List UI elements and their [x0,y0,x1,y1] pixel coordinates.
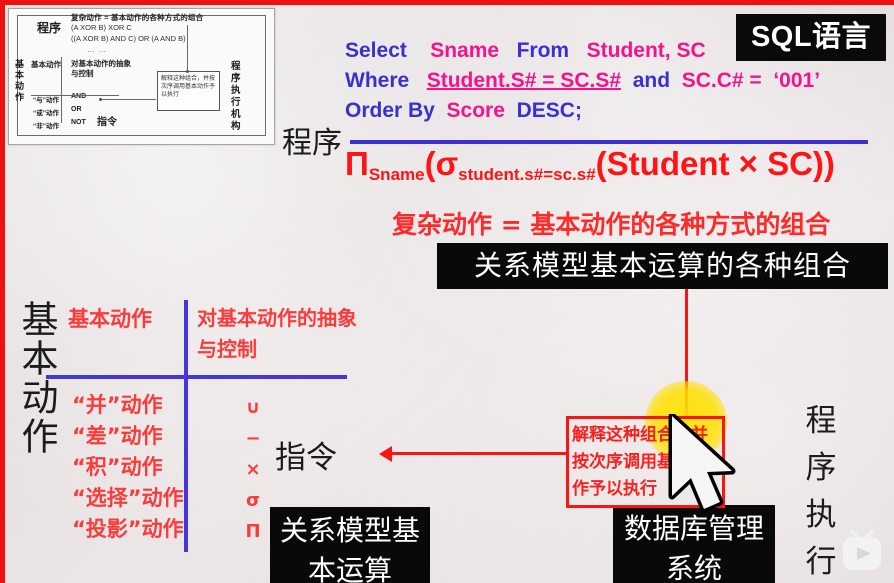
slide-canvas: 复杂动作 = 基本动作的各种方式的组合 程序 (A XOR B) XOR C (… [0,0,894,583]
operator-sigma-icon: σ [245,490,261,511]
inset-explanation-box: 解释这种组合，并按次序调用基本动作予以执行 [157,71,220,111]
dbms-box: 数据库管理系统 [613,505,775,583]
algebra-open-paren: ( [424,145,436,182]
diagram-column-2-header: 对基本动作的抽象与控制 [197,306,357,361]
sql-statement: Select Sname From Student, SC Where Stud… [345,36,820,126]
inset-connector-down [187,25,188,71]
operator-minus-icon: − [245,428,261,449]
sql-keyword-desc: DESC [516,99,575,122]
inset-instruction-label: 指令 [97,117,117,128]
action-selection: “选择”动作 [72,486,184,510]
inset-keyword-not: NOT [71,119,86,126]
projection-symbol: Π [345,145,369,182]
inset-connector-dot-2 [186,70,189,73]
inset-action-2: “或”动作 [33,110,59,117]
action-product: “积”动作 [72,455,163,479]
inset-program-label: 程序 [37,21,62,35]
action-difference: “差”动作 [72,424,163,448]
relational-basic-operations-box: 关系模型基本运算 [270,507,430,583]
sql-keyword-order-by: Order By [345,99,435,122]
inset-column-2-header: 对基本动作的抽象与控制 [71,59,131,78]
diagram-instruction-label: 指令 [275,440,337,476]
action-union: “并”动作 [72,393,163,417]
sql-semicolon: ; [574,99,582,122]
inset-thumbnail-slide: 复杂动作 = 基本动作的各种方式的组合 程序 (A XOR B) XOR C (… [8,8,275,145]
sql-filter-column: SC.C# = [681,69,762,92]
inset-connector-left [101,99,156,100]
inset-formula-line-1: (A XOR B) XOR C [71,23,132,32]
sql-keyword-from: From [516,39,570,62]
diagram-vertical-axis [184,300,188,552]
selection-symbol: σ [435,145,459,182]
operator-union-icon: ∪ [245,397,261,418]
watermark-logo-icon [843,529,881,570]
sql-line-1: Select Sname From Student, SC [345,36,765,66]
inset-vertical-label: 基本动作 [15,59,25,102]
diagram-action-list: “并”动作 “差”动作 “积”动作 “选择”动作 “投影”动作 [72,390,184,545]
diagram-operator-list: ∪ − × σ Π [240,392,266,547]
diagram-column-1-header: 基本动作 [68,307,152,331]
relational-algebra-expression: ΠSname(σstudent.s#=sc.s#(Student × SC)) [345,145,835,185]
connector-horizontal-red [385,452,567,455]
operator-times-icon: × [245,459,261,480]
relational-combination-banner: 关系模型基本运算的各种组合 [437,243,888,289]
inset-connector-dot [99,98,102,101]
sql-tables: Student, SC [586,39,706,62]
inset-formula-line-2: ((A XOR B) AND C) OR (A AND B) [71,34,186,43]
projection-subscript: Sname [368,165,425,184]
inset-keyword-or: OR [71,106,82,113]
border-left [0,0,5,583]
sql-line-3: Order By Score DESC; [345,96,765,126]
inset-column-1-header: 基本动作 [31,60,61,69]
blue-divider-rule [350,140,868,144]
program-label: 程序 [282,126,342,161]
sql-field-sname: Sname [430,39,500,62]
complex-action-equation: 复杂动作 = 基本动作的各种方式的组合 [392,210,831,239]
inset-action-3: “非”动作 [33,123,59,130]
mouse-cursor [668,414,736,513]
inset-title: 复杂动作 = 基本动作的各种方式的组合 [71,13,204,22]
inset-vertical-divider [61,57,62,123]
inset-formula-ellipsis: … … [87,45,108,54]
sql-join-condition: Student.S# = SC.S# [426,69,622,92]
sql-keyword-select: Select [345,39,407,62]
inset-horizontal-divider [31,95,119,96]
sql-order-column: Score [446,99,505,122]
action-projection: “投影”动作 [72,517,184,541]
operator-pi-icon: Π [245,521,261,542]
sql-keyword-and: and [632,69,671,92]
border-top [0,0,894,5]
algebra-cartesian-product: (Student × SC)) [595,145,835,182]
sql-keyword-where: Where [345,69,410,92]
sql-line-2: Where Student.S# = SC.S# and SC.C# = ‘00… [345,66,820,96]
selection-subscript: student.s#=sc.s# [458,165,596,184]
diagram-horizontal-axis [46,375,347,379]
connector-arrowhead-left [379,446,392,462]
inset-right-label: 程序执行机构 [231,61,241,132]
sql-filter-value: ‘001’ [773,69,821,92]
